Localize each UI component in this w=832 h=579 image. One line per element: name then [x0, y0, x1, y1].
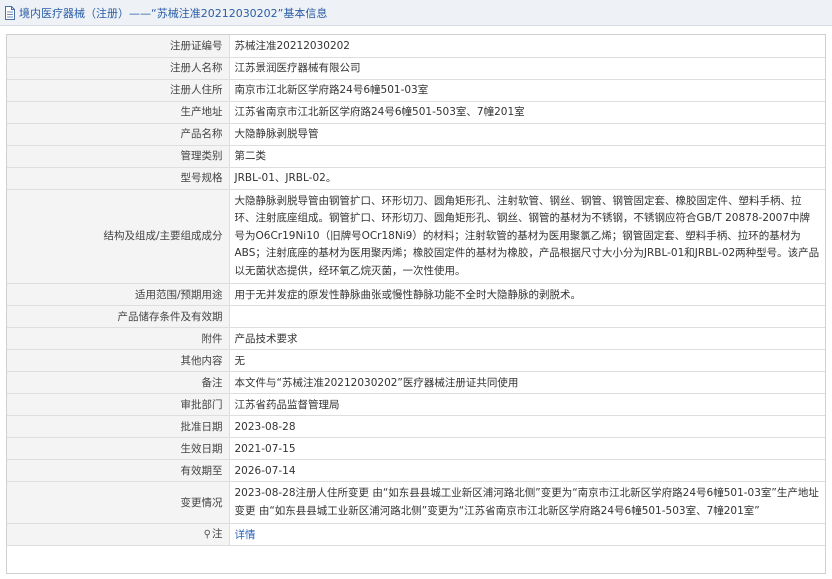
- table-row: 生效日期 2021-07-15: [7, 437, 825, 460]
- table-row: 批准日期 2023-08-28: [7, 415, 825, 438]
- table-row: 结构及组成/主要组成成分 大隐静脉剥脱导管由钢管扩口、环形切刀、圆角矩形孔、注射…: [7, 188, 825, 284]
- table-row: 型号规格 JRBL-01、JRBL-02。: [7, 166, 825, 190]
- row-label: 变更情况: [7, 481, 230, 524]
- row-label: 审批部门: [7, 393, 230, 416]
- row-value: 用于无并发症的原发性静脉曲张或慢性静脉功能不全时大隐静脉的剥脱术。: [228, 283, 825, 306]
- table-row: 注册人名称 江苏景润医疗器械有限公司: [7, 56, 825, 80]
- table-row: 产品名称 大隐静脉剥脱导管: [7, 122, 825, 146]
- table-row: 附件 产品技术要求: [7, 327, 825, 350]
- row-label: 批准日期: [7, 415, 230, 438]
- table-row: 产品储存条件及有效期: [7, 305, 825, 328]
- row-label: 结构及组成/主要组成成分: [7, 188, 230, 284]
- row-label: 注: [212, 528, 223, 540]
- row-label: 注册人住所: [7, 78, 230, 102]
- row-value: 2023-08-28注册人住所变更 由“如东县县城工业新区浦河路北侧”变更为“南…: [228, 481, 825, 524]
- table-row: 变更情况 2023-08-28注册人住所变更 由“如东县县城工业新区浦河路北侧”…: [7, 481, 825, 524]
- row-value: 产品技术要求: [228, 327, 825, 350]
- info-table-frame: 注册证编号 苏械注准20212030202 注册人名称 江苏景润医疗器械有限公司…: [6, 34, 826, 574]
- row-label: 产品名称: [7, 122, 230, 146]
- row-value: 本文件与“苏械注准20212030202”医疗器械注册证共同使用: [228, 371, 825, 394]
- row-value: 苏械注准20212030202: [228, 35, 825, 58]
- note-label-cell: ⚲注: [7, 523, 230, 546]
- info-table: 注册证编号 苏械注准20212030202 注册人名称 江苏景润医疗器械有限公司…: [7, 35, 825, 546]
- table-row: ⚲注 详情: [7, 523, 825, 546]
- row-label: 注册证编号: [7, 35, 230, 58]
- row-value: JRBL-01、JRBL-02。: [228, 166, 825, 190]
- row-label: 其他内容: [7, 349, 230, 372]
- table-row: 审批部门 江苏省药品监督管理局: [7, 393, 825, 416]
- row-value: 南京市江北新区学府路24号6幢501-03室: [228, 78, 825, 102]
- row-value: 江苏景润医疗器械有限公司: [228, 56, 825, 80]
- row-value: 无: [228, 349, 825, 372]
- row-label: 适用范围/预期用途: [7, 283, 230, 306]
- table-row: 管理类别 第二类: [7, 144, 825, 168]
- document-icon: [5, 5, 15, 20]
- table-row: 有效期至 2026-07-14: [7, 459, 825, 482]
- row-value: 江苏省药品监督管理局: [228, 393, 825, 416]
- row-label: 备注: [7, 371, 230, 394]
- row-label: 注册人名称: [7, 56, 230, 80]
- details-cell: 详情: [228, 523, 825, 546]
- row-label: 生产地址: [7, 100, 230, 124]
- row-label: 型号规格: [7, 166, 230, 190]
- table-row: 适用范围/预期用途 用于无并发症的原发性静脉曲张或慢性静脉功能不全时大隐静脉的剥…: [7, 283, 825, 306]
- table-row: 其他内容 无: [7, 349, 825, 372]
- row-value: 江苏省南京市江北新区学府路24号6幢501-503室、7幢201室: [228, 100, 825, 124]
- map-pin-icon: ⚲: [203, 529, 211, 540]
- row-label: 有效期至: [7, 459, 230, 482]
- row-label: 附件: [7, 327, 230, 350]
- page-header: 境内医疗器械（注册）——“苏械注准20212030202”基本信息: [0, 0, 832, 26]
- table-row: 生产地址 江苏省南京市江北新区学府路24号6幢501-503室、7幢201室: [7, 100, 825, 124]
- row-value: 2026-07-14: [228, 459, 825, 482]
- details-link[interactable]: 详情: [235, 529, 256, 541]
- row-label: 管理类别: [7, 144, 230, 168]
- table-row: 注册人住所 南京市江北新区学府路24号6幢501-03室: [7, 78, 825, 102]
- page-title: 境内医疗器械（注册）——“苏械注准20212030202”基本信息: [19, 6, 328, 20]
- row-label: 生效日期: [7, 437, 230, 460]
- table-row: 注册证编号 苏械注准20212030202: [7, 35, 825, 58]
- row-value: 大隐静脉剥脱导管: [228, 122, 825, 146]
- row-value: [228, 305, 825, 328]
- row-value: 第二类: [228, 144, 825, 168]
- row-value: 2023-08-28: [228, 415, 825, 438]
- row-value: 大隐静脉剥脱导管由钢管扩口、环形切刀、圆角矩形孔、注射软管、钢丝、钢管、钢管固定…: [228, 188, 825, 284]
- table-row: 备注 本文件与“苏械注准20212030202”医疗器械注册证共同使用: [7, 371, 825, 394]
- row-value: 2021-07-15: [228, 437, 825, 460]
- row-label: 产品储存条件及有效期: [7, 305, 230, 328]
